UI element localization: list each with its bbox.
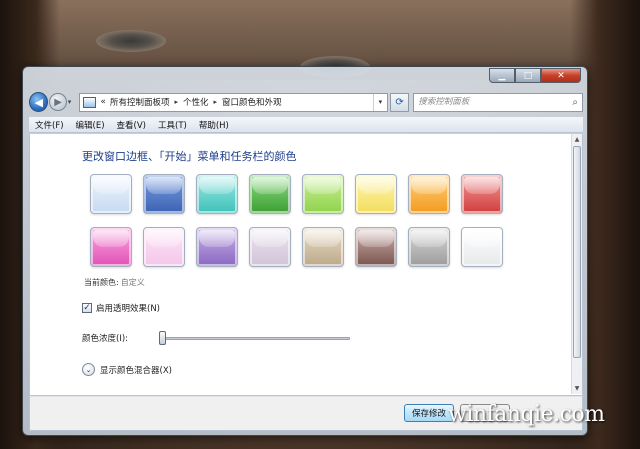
maximize-button[interactable]: □ — [515, 68, 541, 83]
color-swatch-lime[interactable] — [302, 174, 344, 214]
vertical-scrollbar[interactable]: ▲ ▼ — [571, 134, 582, 394]
page-title: 更改窗口边框、「开始」菜单和任务栏的颜色 — [82, 150, 297, 163]
breadcrumb-personalization[interactable]: 个性化 — [183, 96, 209, 108]
color-swatch-sea[interactable] — [196, 174, 238, 214]
color-swatch-violet[interactable] — [196, 227, 238, 267]
search-input[interactable] — [418, 97, 569, 107]
watermark: winfanqie.com — [448, 402, 605, 427]
address-bar[interactable]: « 所有控制面板项 ▸ 个性化 ▸ 窗口颜色和外观 ▾ — [79, 92, 388, 112]
menu-view[interactable]: 查看(V) — [117, 119, 146, 131]
color-swatch-frost[interactable] — [461, 227, 503, 267]
control-panel-icon — [83, 96, 97, 108]
current-color-value: 自定义 — [120, 278, 145, 287]
close-button[interactable]: ✕ — [541, 68, 581, 83]
color-swatch-chocolate[interactable] — [355, 227, 397, 267]
current-color: 当前颜色: 自定义 — [84, 277, 145, 288]
expand-chevron-icon[interactable]: ⌄ — [82, 363, 95, 376]
intensity-slider-track[interactable] — [160, 337, 350, 340]
color-swatch-slate[interactable] — [408, 227, 450, 267]
color-swatch-leaf[interactable] — [249, 174, 291, 214]
back-arrow-icon[interactable]: ◀ — [29, 92, 49, 112]
color-intensity: 颜色浓度(I): — [82, 331, 382, 345]
scrollbar-thumb[interactable] — [573, 146, 581, 358]
color-mixer-toggle[interactable]: ⌄ 显示颜色混合器(X) — [82, 363, 172, 376]
breadcrumb-separator-icon[interactable]: ▸ — [213, 98, 217, 106]
address-overflow-icon[interactable]: « — [100, 97, 106, 107]
menu-file[interactable]: 文件(F) — [35, 119, 64, 131]
navigation-bar: ◀ ▶ ▾ « 所有控制面板项 ▸ 个性化 ▸ 窗口颜色和外观 ▾ ⟳ ⌕ — [29, 91, 583, 113]
color-swatch-blush[interactable] — [143, 227, 185, 267]
search-box: ⌕ — [413, 92, 583, 112]
intensity-slider-thumb[interactable] — [159, 331, 166, 345]
refresh-icon[interactable]: ⟳ — [389, 92, 410, 112]
caption-buttons: ▁ □ ✕ — [489, 68, 581, 83]
search-icon[interactable]: ⌕ — [572, 97, 578, 108]
menu-edit[interactable]: 编辑(E) — [76, 119, 105, 131]
color-swatch-fuchsia[interactable] — [90, 227, 132, 267]
color-swatch-taupe[interactable] — [302, 227, 344, 267]
color-swatch-lemon[interactable] — [355, 174, 397, 214]
color-swatch-ruby[interactable] — [461, 174, 503, 214]
content-pane: 更改窗口边框、「开始」菜单和任务栏的颜色 当前颜色: 自定义 ✓ 启用透明效果(N… — [29, 134, 583, 396]
menu-help[interactable]: 帮助(H) — [199, 119, 229, 131]
transparency-label[interactable]: 启用透明效果(N) — [96, 302, 160, 314]
current-color-label: 当前颜色: — [84, 278, 119, 287]
color-swatch-lavender[interactable] — [249, 227, 291, 267]
scroll-up-icon[interactable]: ▲ — [572, 134, 582, 145]
menu-bar: 文件(F) 编辑(E) 查看(V) 工具(T) 帮助(H) — [29, 117, 583, 133]
history-dropdown-icon[interactable]: ▾ — [68, 98, 77, 106]
transparency-checkbox[interactable]: ✓ — [82, 303, 92, 313]
color-mixer-label[interactable]: 显示颜色混合器(X) — [100, 364, 172, 376]
address-dropdown-icon[interactable]: ▾ — [372, 93, 387, 111]
color-swatch-sky[interactable] — [90, 174, 132, 214]
save-changes-button[interactable]: 保存修改 — [404, 404, 454, 422]
breadcrumb-separator-icon[interactable]: ▸ — [174, 98, 178, 106]
color-swatch-pumpkin[interactable] — [408, 174, 450, 214]
intensity-label: 颜色浓度(I): — [82, 334, 129, 344]
scroll-down-icon[interactable]: ▼ — [572, 383, 582, 394]
menu-tools[interactable]: 工具(T) — [158, 119, 187, 131]
wallpaper-eye-left — [96, 30, 166, 52]
color-swatch-twilight[interactable] — [143, 174, 185, 214]
control-panel-window: ▁ □ ✕ ◀ ▶ ▾ « 所有控制面板项 ▸ 个性化 ▸ 窗口颜色和外观 ▾ … — [22, 66, 588, 436]
breadcrumb-window-color[interactable]: 窗口颜色和外观 — [222, 96, 282, 108]
breadcrumb-all-items[interactable]: 所有控制面板项 — [110, 96, 170, 108]
forward-arrow-icon[interactable]: ▶ — [49, 93, 67, 111]
minimize-button[interactable]: ▁ — [489, 68, 515, 83]
transparency-option: ✓ 启用透明效果(N) — [82, 302, 160, 314]
